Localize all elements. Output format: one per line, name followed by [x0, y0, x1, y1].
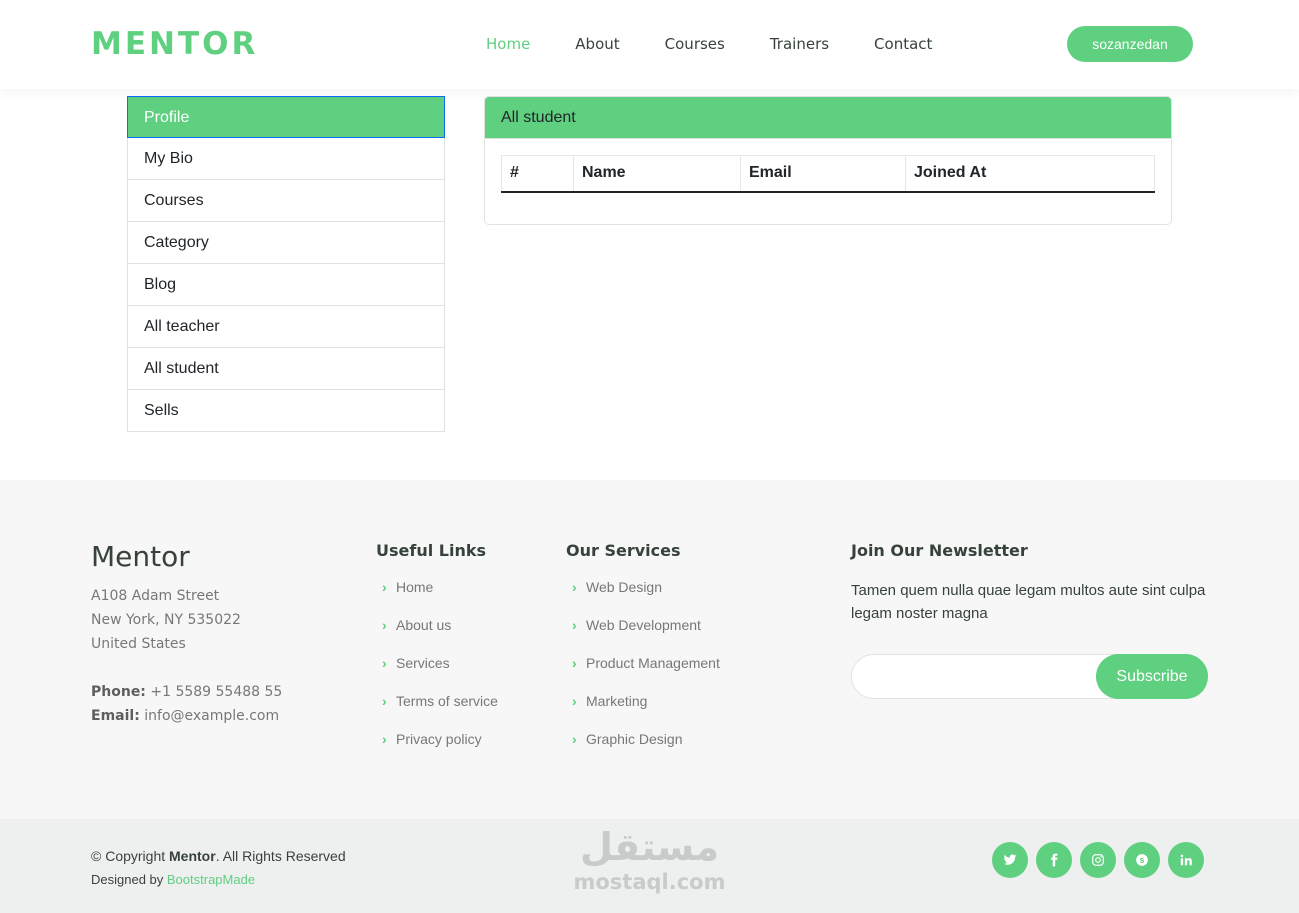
sidebar-item-my-bio[interactable]: My Bio — [127, 138, 445, 180]
watermark-logo: مستقل mostaql.com — [567, 823, 732, 899]
table-header-row: # Name Email Joined At — [501, 155, 1155, 193]
watermark-english: mostaql.com — [573, 870, 726, 894]
footer-phone: Phone: +1 5589 55488 55 — [91, 684, 283, 700]
list-item[interactable]: › Graphic Design — [566, 729, 720, 767]
address-line: United States — [91, 636, 186, 652]
footer: Mentor A108 Adam Street New York, NY 535… — [0, 480, 1299, 819]
watermark-arabic: مستقل — [580, 825, 719, 869]
list-item[interactable]: › Marketing — [566, 691, 720, 729]
useful-links-list: › Home › About us › Services › Terms of serv… — [376, 577, 498, 767]
twitter-icon[interactable] — [992, 842, 1028, 878]
newsletter-email-input[interactable] — [862, 661, 1092, 693]
newsletter-title: Join Our Newsletter — [851, 541, 1028, 560]
chevron-right-icon: › — [572, 579, 577, 595]
sidebar-item-all-teacher[interactable]: All teacher — [127, 306, 445, 348]
sidebar-item-courses[interactable]: Courses — [127, 180, 445, 222]
column-header-name: Name — [573, 155, 741, 193]
nav-about[interactable]: About — [575, 34, 619, 54]
chevron-right-icon: › — [382, 655, 387, 671]
copyright: © Copyright Mentor. All Rights Reserved — [91, 848, 346, 864]
list-item[interactable]: › Product Management — [566, 653, 720, 691]
list-item[interactable]: › Terms of service — [376, 691, 498, 729]
sidebar-item-sells[interactable]: Sells — [127, 390, 445, 432]
chevron-right-icon: › — [572, 693, 577, 709]
column-header-email: Email — [740, 155, 906, 193]
designer-link[interactable]: BootstrapMade — [167, 872, 255, 887]
chevron-right-icon: › — [572, 617, 577, 633]
sidebar-item-blog[interactable]: Blog — [127, 264, 445, 306]
chevron-right-icon: › — [572, 655, 577, 671]
address-line: New York, NY 535022 — [91, 612, 241, 628]
footer-contact: Phone: +1 5589 55488 55 Email: info@exam… — [91, 680, 282, 728]
students-table: # Name Email Joined At — [501, 155, 1155, 193]
footer-email: Email: info@example.com — [91, 708, 280, 724]
nav-contact[interactable]: Contact — [874, 34, 932, 54]
sidebar-item-all-student[interactable]: All student — [127, 348, 445, 390]
skype-icon[interactable] — [1124, 842, 1160, 878]
footer-brand: Mentor — [91, 540, 190, 573]
services-list: › Web Design › Web Development › Product Ma… — [566, 577, 720, 767]
site-logo[interactable]: MENTOR — [91, 26, 258, 62]
list-item[interactable]: › Web Design — [566, 577, 720, 615]
sidebar-item-category[interactable]: Category — [127, 222, 445, 264]
card-title: All student — [485, 97, 1171, 139]
credits: Designed by BootstrapMade — [91, 872, 256, 887]
facebook-icon[interactable] — [1036, 842, 1072, 878]
students-card: All student # Name Email Joined At — [484, 96, 1172, 225]
column-header-index: # — [501, 155, 574, 193]
newsletter-text: Tamen quem nulla quae legam multos aute … — [851, 582, 1206, 622]
list-item[interactable]: › Home — [376, 577, 498, 615]
chevron-right-icon: › — [382, 693, 387, 709]
nav-trainers[interactable]: Trainers — [770, 34, 829, 54]
list-item[interactable]: › Privacy policy — [376, 729, 498, 767]
column-header-joined-at: Joined At — [905, 155, 1155, 193]
newsletter-form: Subscribe — [851, 654, 1208, 699]
useful-links-title: Useful Links — [376, 541, 487, 560]
list-item[interactable]: › About us — [376, 615, 498, 653]
footer-bottom: © Copyright Mentor. All Rights Reserved … — [0, 819, 1299, 913]
chevron-right-icon: › — [382, 731, 387, 747]
dashboard-sidebar: Profile My Bio Courses Category Blog All… — [127, 96, 445, 432]
list-item[interactable]: › Services — [376, 653, 498, 691]
footer-address: A108 Adam Street New York, NY 535022 Uni… — [91, 584, 241, 656]
main-nav: Home About Courses Trainers Contact — [486, 34, 977, 54]
services-title: Our Services — [566, 541, 681, 560]
sidebar-item-profile[interactable]: Profile — [127, 96, 445, 138]
instagram-icon[interactable] — [1080, 842, 1116, 878]
linkedin-icon[interactable] — [1168, 842, 1204, 878]
subscribe-button[interactable]: Subscribe — [1096, 654, 1208, 699]
user-account-button[interactable]: sozanzedan — [1067, 26, 1193, 62]
list-item[interactable]: › Web Development — [566, 615, 720, 653]
nav-courses[interactable]: Courses — [665, 34, 725, 54]
chevron-right-icon: › — [382, 617, 387, 633]
chevron-right-icon: › — [572, 731, 577, 747]
chevron-right-icon: › — [382, 579, 387, 595]
nav-home[interactable]: Home — [486, 34, 530, 54]
address-line: A108 Adam Street — [91, 588, 220, 604]
site-header: MENTOR Home About Courses Trainers Conta… — [0, 0, 1299, 89]
